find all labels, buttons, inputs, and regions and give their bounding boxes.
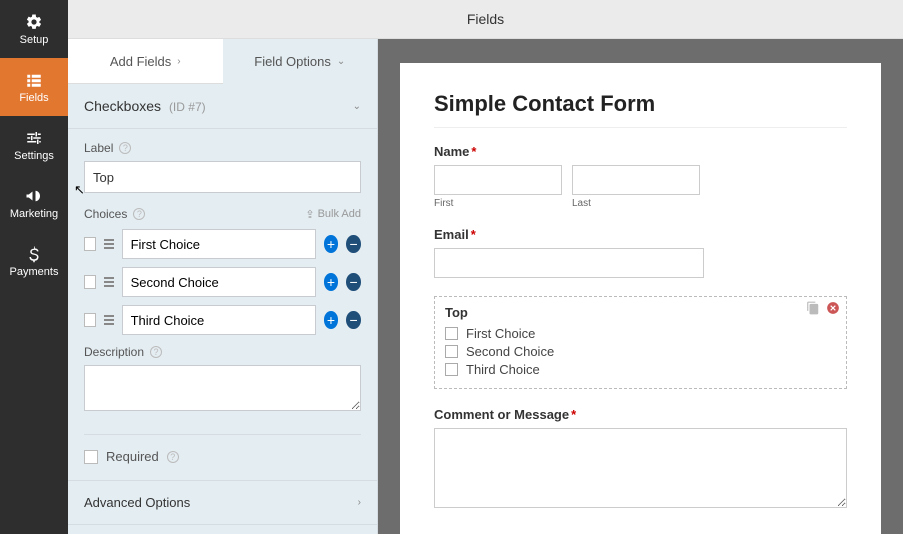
sidebar-item-marketing[interactable]: Marketing [0, 174, 68, 232]
sidebar-item-setup[interactable]: Setup [0, 0, 68, 58]
last-name-input[interactable] [572, 165, 700, 195]
add-choice-button[interactable]: + [324, 273, 339, 291]
tab-label: Field Options [254, 54, 331, 69]
topbar: Fields [68, 0, 903, 39]
help-icon[interactable]: ? [133, 208, 145, 220]
bulk-add-button[interactable]: ⇪ Bulk Add [305, 208, 361, 221]
default-checkbox[interactable] [84, 275, 96, 289]
help-icon[interactable]: ? [167, 451, 179, 463]
panel-tabs: Add Fields › Field Options ⌄ [68, 39, 377, 84]
chevron-right-icon: › [177, 56, 180, 67]
dollar-icon [25, 245, 43, 263]
drag-handle-icon[interactable] [104, 315, 114, 325]
advanced-label: Advanced Options [84, 495, 190, 510]
drag-handle-icon[interactable] [104, 239, 114, 249]
comment-textarea[interactable] [434, 428, 847, 508]
advanced-options-accordion[interactable]: Advanced Options › [68, 480, 377, 525]
checkbox-option[interactable]: Second Choice [445, 344, 836, 359]
choice-row: + − [84, 305, 361, 335]
email-field[interactable]: Email* [434, 227, 847, 278]
help-icon[interactable]: ? [119, 142, 131, 154]
sidebar-item-payments[interactable]: Payments [0, 232, 68, 290]
required-asterisk: * [571, 407, 576, 422]
checkbox-field-label: Top [445, 305, 836, 320]
sidebar-item-settings[interactable]: Settings [0, 116, 68, 174]
upload-icon: ⇪ [305, 208, 314, 221]
option-label: First Choice [466, 326, 535, 341]
drag-handle-icon[interactable] [104, 277, 114, 287]
accordion-id: (ID #7) [169, 100, 206, 114]
sidebar-label: Fields [19, 92, 48, 104]
field-label-input[interactable] [84, 161, 361, 193]
main-sidebar: Setup Fields Settings Marketing Payments [0, 0, 68, 534]
choice-row: + − [84, 267, 361, 297]
sidebar-label: Settings [14, 150, 54, 162]
delete-icon[interactable] [826, 301, 840, 315]
email-label: Email [434, 227, 469, 242]
field-options-panel: Add Fields › Field Options ⌄ Checkboxes … [68, 39, 378, 534]
default-checkbox[interactable] [84, 313, 96, 327]
remove-choice-button[interactable]: − [346, 311, 361, 329]
remove-choice-button[interactable]: − [346, 235, 361, 253]
required-label: Required [106, 449, 159, 464]
comment-label: Comment or Message [434, 407, 569, 422]
default-checkbox[interactable] [84, 237, 96, 251]
duplicate-icon[interactable] [806, 301, 820, 315]
tab-add-fields[interactable]: Add Fields › [68, 39, 223, 84]
choices-label: Choices [84, 207, 127, 221]
megaphone-icon [25, 187, 43, 205]
label-label: Label [84, 141, 113, 155]
required-checkbox[interactable] [84, 450, 98, 464]
page-title: Fields [467, 11, 504, 27]
gear-icon [25, 13, 43, 31]
sidebar-item-fields[interactable]: Fields [0, 58, 68, 116]
name-label: Name [434, 144, 469, 159]
form-paper: Simple Contact Form Name* First Last Ema… [400, 63, 881, 534]
add-choice-button[interactable]: + [324, 311, 339, 329]
checkbox-option[interactable]: Third Choice [445, 362, 836, 377]
tab-field-options[interactable]: Field Options ⌄ [223, 39, 378, 84]
option-label: Third Choice [466, 362, 540, 377]
accordion-checkboxes[interactable]: Checkboxes (ID #7) ⌄ [68, 84, 377, 129]
chevron-down-icon: ⌄ [337, 56, 345, 67]
name-field[interactable]: Name* First Last [434, 144, 847, 209]
first-sublabel: First [434, 198, 562, 209]
required-asterisk: * [471, 144, 476, 159]
accordion-title: Checkboxes [84, 98, 161, 114]
list-icon [25, 71, 43, 89]
help-icon[interactable]: ? [150, 346, 162, 358]
email-input[interactable] [434, 248, 704, 278]
description-textarea[interactable] [84, 365, 361, 411]
sidebar-label: Payments [10, 266, 59, 278]
choice-input[interactable] [122, 305, 316, 335]
add-choice-button[interactable]: + [324, 235, 339, 253]
remove-choice-button[interactable]: − [346, 273, 361, 291]
last-sublabel: Last [572, 198, 700, 209]
bulk-add-label: Bulk Add [318, 208, 361, 220]
comment-field[interactable]: Comment or Message* [434, 407, 847, 513]
form-title: Simple Contact Form [434, 91, 847, 128]
checkbox-option[interactable]: First Choice [445, 326, 836, 341]
tab-label: Add Fields [110, 54, 171, 69]
first-name-input[interactable] [434, 165, 562, 195]
option-label: Second Choice [466, 344, 554, 359]
form-preview-canvas: Simple Contact Form Name* First Last Ema… [378, 39, 903, 534]
sidebar-label: Setup [20, 34, 49, 46]
sliders-icon [25, 129, 43, 147]
checkbox-field-selected[interactable]: Top First Choice Second Choice Third Cho… [434, 296, 847, 389]
chevron-down-icon: ⌄ [353, 101, 361, 112]
sidebar-label: Marketing [10, 208, 58, 220]
choice-input[interactable] [122, 267, 316, 297]
choice-input[interactable] [122, 229, 316, 259]
choice-row: + − [84, 229, 361, 259]
required-asterisk: * [471, 227, 476, 242]
chevron-right-icon: › [358, 497, 361, 508]
description-label: Description [84, 345, 144, 359]
